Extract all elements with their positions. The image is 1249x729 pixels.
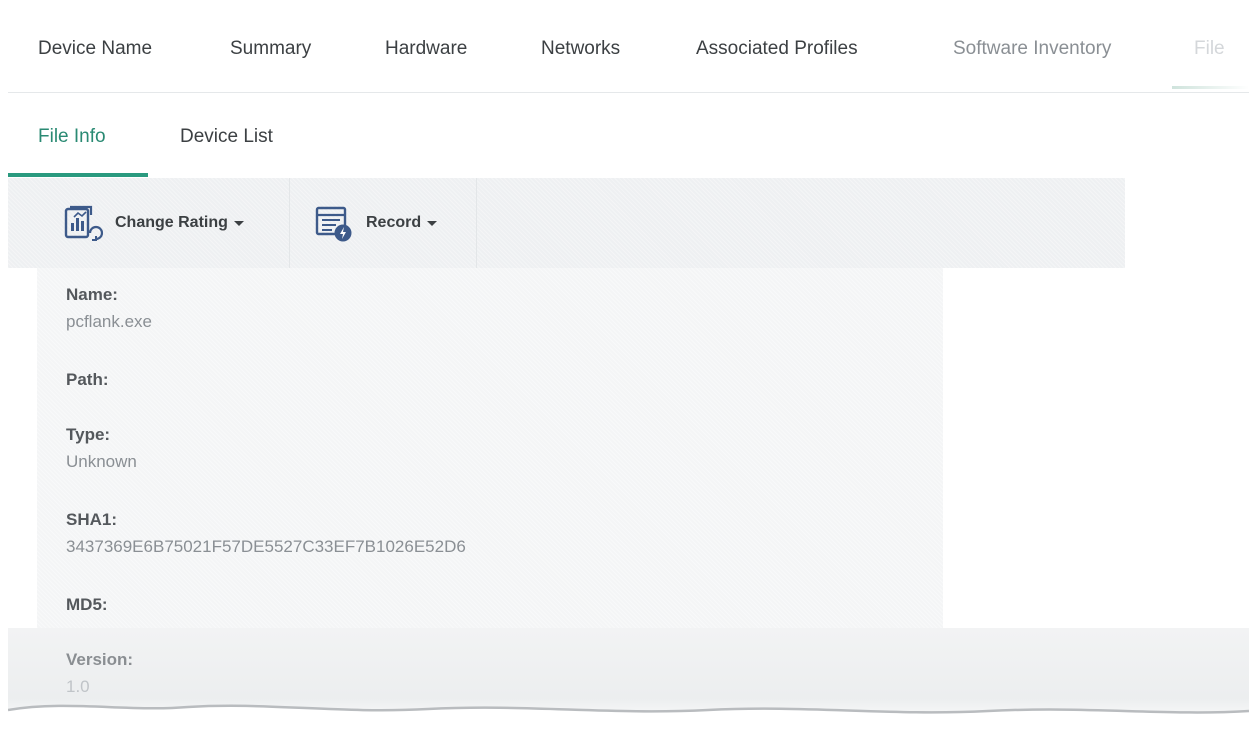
path-field: Path: — [66, 370, 109, 397]
tab-file-info[interactable]: File Info — [38, 126, 106, 148]
tab-hardware[interactable]: Hardware — [385, 38, 467, 60]
type-field: Type: Unknown — [66, 425, 137, 472]
version-field: Version: 1.0 — [66, 650, 133, 697]
name-field: Name: pcflank.exe — [66, 285, 152, 332]
tab-file-list[interactable]: File — [1194, 38, 1225, 60]
chevron-down-icon — [427, 220, 438, 226]
tab-summary[interactable]: Summary — [230, 38, 311, 60]
torn-edge-divider — [8, 704, 1249, 729]
tab-device-list[interactable]: Device List — [180, 126, 273, 148]
type-value: Unknown — [66, 452, 137, 471]
device-tabs-bar: Device Name Summary Hardware Networks As… — [8, 8, 1249, 93]
active-tab-indicator — [1172, 86, 1249, 89]
record-label: Record — [366, 214, 422, 231]
change-rating-button[interactable]: Change Rating — [8, 178, 290, 268]
record-button[interactable]: Record — [290, 178, 477, 268]
chart-refresh-icon — [64, 205, 103, 241]
file-sub-tabs: File Info Device List — [8, 93, 1249, 178]
file-toolbar: Change Rating Record — [8, 178, 1125, 268]
md5-label: MD5: — [66, 595, 108, 614]
path-label: Path: — [66, 370, 109, 389]
tab-associated-profiles[interactable]: Associated Profiles — [696, 38, 858, 60]
file-info-panel — [37, 268, 943, 628]
name-value: pcflank.exe — [66, 312, 152, 331]
type-label: Type: — [66, 425, 111, 444]
tab-networks[interactable]: Networks — [541, 38, 620, 60]
tab-device-name[interactable]: Device Name — [38, 38, 152, 60]
sub-tab-active-indicator — [8, 173, 148, 177]
sha1-field: SHA1: 3437369E6B75021F57DE5527C33EF7B102… — [66, 510, 466, 557]
chevron-down-icon — [233, 220, 244, 226]
sha1-label: SHA1: — [66, 510, 118, 529]
list-lightning-icon — [315, 206, 352, 242]
version-value: 1.0 — [66, 677, 90, 696]
tab-software-inventory[interactable]: Software Inventory — [953, 38, 1111, 60]
version-label: Version: — [66, 650, 134, 669]
md5-field: MD5: — [66, 595, 108, 622]
file-details-page: Device Name Summary Hardware Networks As… — [8, 8, 1249, 729]
change-rating-label: Change Rating — [115, 214, 228, 231]
sha1-value: 3437369E6B75021F57DE5527C33EF7B1026E52D6 — [66, 537, 466, 556]
name-label: Name: — [66, 285, 118, 304]
